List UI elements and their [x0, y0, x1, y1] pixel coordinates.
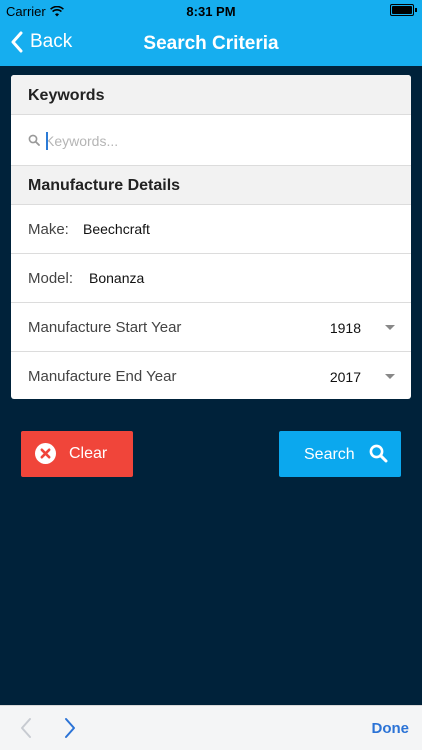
dropdown-arrow-icon[interactable]	[385, 325, 395, 330]
make-value[interactable]: Beechcraft	[83, 221, 150, 237]
search-label: Search	[304, 446, 355, 463]
clear-label: Clear	[69, 445, 108, 462]
make-label: Make:	[28, 221, 69, 238]
status-right	[390, 4, 417, 16]
dropdown-arrow-icon[interactable]	[385, 374, 395, 379]
end-year-row[interactable]: Manufacture End Year 2017	[11, 352, 411, 399]
manufacture-header: Manufacture Details	[11, 166, 411, 205]
start-year-value[interactable]: 1918	[330, 320, 361, 336]
keywords-row	[11, 115, 411, 166]
magnifier-icon	[369, 444, 388, 463]
prev-chevron-icon[interactable]	[18, 717, 34, 739]
next-chevron-icon[interactable]	[62, 717, 78, 739]
keywords-header: Keywords	[11, 75, 411, 115]
keywords-input[interactable]	[45, 128, 385, 154]
nav-bar: Back Search Criteria	[0, 22, 422, 66]
model-label: Model:	[28, 270, 74, 287]
start-year-label: Manufacture Start Year	[28, 319, 182, 336]
keyboard-toolbar: Done	[0, 705, 422, 750]
battery-icon	[390, 4, 417, 16]
status-time: 8:31 PM	[186, 4, 236, 19]
search-icon	[28, 134, 40, 146]
search-criteria-card: Keywords Manufacture Details Make: Beech…	[11, 75, 411, 399]
done-button[interactable]: Done	[372, 720, 410, 737]
start-year-row[interactable]: Manufacture Start Year 1918	[11, 303, 411, 352]
search-button[interactable]: Search	[279, 431, 401, 477]
clear-x-icon	[35, 443, 56, 464]
end-year-label: Manufacture End Year	[28, 368, 177, 385]
text-cursor	[46, 132, 48, 150]
model-value[interactable]: Bonanza	[89, 270, 144, 286]
make-row[interactable]: Make: Beechcraft	[11, 205, 411, 254]
status-bar: Carrier 8:31 PM	[0, 0, 422, 22]
clear-button[interactable]: Clear	[21, 431, 133, 477]
model-row[interactable]: Model: Bonanza	[11, 254, 411, 303]
page-title: Search Criteria	[143, 33, 279, 54]
end-year-value[interactable]: 2017	[330, 369, 361, 385]
